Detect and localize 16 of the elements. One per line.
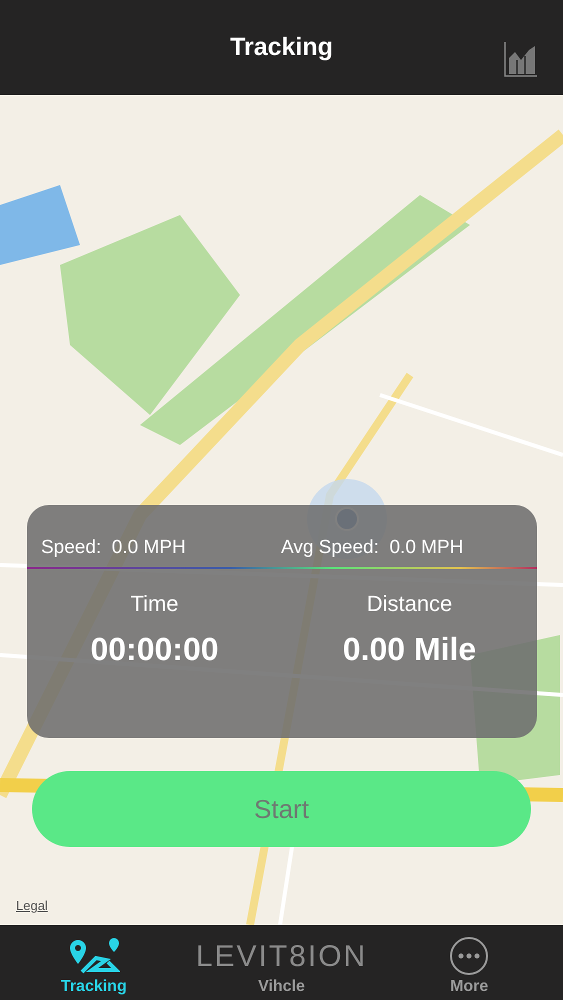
distance-label: Distance: [366, 591, 452, 617]
tab-bar-item[interactable]: More: [375, 925, 563, 1000]
distance-value: 0.00 Mile: [342, 631, 476, 668]
tab-bar-item[interactable]: LEVIT8ION Vihcle: [188, 925, 376, 1000]
speed-reading: Speed: 0.0 MPH: [41, 537, 187, 559]
avg-speed-reading: Avg Speed: 0.0 MPH: [281, 537, 464, 559]
route-pin-icon: [68, 936, 120, 976]
brand-logo: LEVIT8ION: [196, 939, 368, 975]
screen-title: Tracking: [230, 33, 333, 62]
legal-link[interactable]: Legal: [16, 898, 48, 913]
time-value: 00:00:00: [90, 631, 219, 668]
tab-bar-item[interactable]: Tracking: [0, 925, 188, 1000]
start-button[interactable]: Start: [32, 771, 531, 847]
time-label: Time: [130, 591, 179, 617]
bar-chart-icon: [503, 40, 539, 78]
more-icon: [449, 936, 490, 976]
